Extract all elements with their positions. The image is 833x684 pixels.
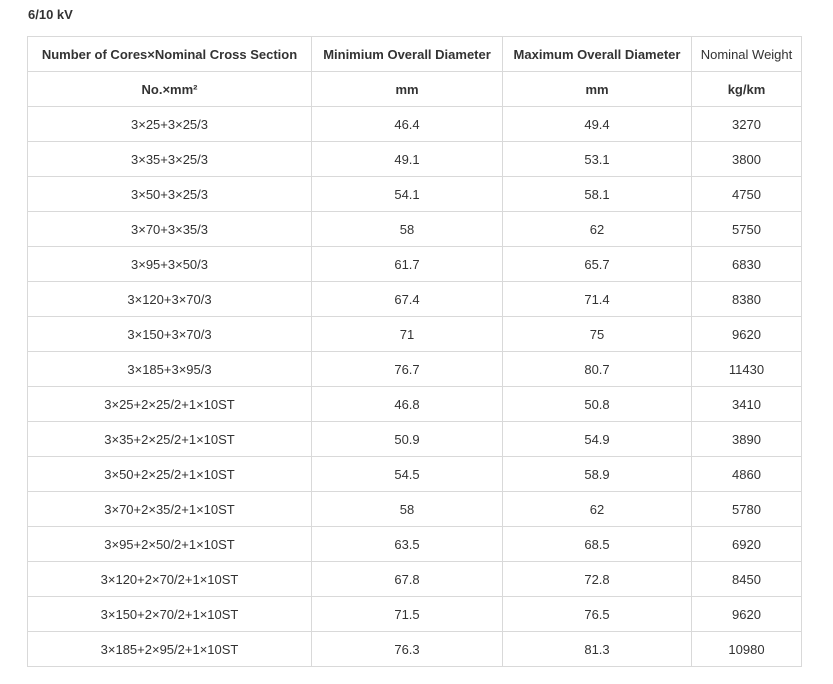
cell-min-diameter: 76.3 [311,631,503,667]
cell-min-diameter: 50.9 [311,421,503,457]
cell-nominal-weight: 8380 [691,281,802,317]
cell-max-diameter: 58.9 [502,456,692,492]
cell-max-diameter: 62 [502,491,692,527]
cell-cores-cross-section: 3×120+3×70/3 [27,281,312,317]
table-row: 3×120+2×70/2+1×10ST 67.8 72.8 8450 [27,561,802,597]
cell-cores-cross-section: 3×35+2×25/2+1×10ST [27,421,312,457]
cell-cores-cross-section: 3×35+3×25/3 [27,141,312,177]
cell-max-diameter: 71.4 [502,281,692,317]
unit-nominal-weight: kg/km [691,71,802,107]
cell-max-diameter: 54.9 [502,421,692,457]
cell-max-diameter: 81.3 [502,631,692,667]
unit-max-diameter: mm [502,71,692,107]
cell-min-diameter: 71.5 [311,596,503,632]
header-row: Number of Cores×Nominal Cross Section Mi… [27,36,802,72]
cell-nominal-weight: 3890 [691,421,802,457]
table-row: 3×150+3×70/3 71 75 9620 [27,316,802,352]
cell-nominal-weight: 5750 [691,211,802,247]
cell-max-diameter: 53.1 [502,141,692,177]
table-row: 3×70+2×35/2+1×10ST 58 62 5780 [27,491,802,527]
cell-min-diameter: 49.1 [311,141,503,177]
cell-cores-cross-section: 3×50+2×25/2+1×10ST [27,456,312,492]
header-cores-cross-section: Number of Cores×Nominal Cross Section [27,36,312,72]
table-row: 3×70+3×35/3 58 62 5750 [27,211,802,247]
cell-nominal-weight: 8450 [691,561,802,597]
cell-nominal-weight: 5780 [691,491,802,527]
cell-cores-cross-section: 3×95+3×50/3 [27,246,312,282]
cell-cores-cross-section: 3×120+2×70/2+1×10ST [27,561,312,597]
table-row: 3×35+2×25/2+1×10ST 50.9 54.9 3890 [27,421,802,457]
page-heading: 6/10 kV [28,7,73,22]
cell-min-diameter: 71 [311,316,503,352]
cable-spec-table: Number of Cores×Nominal Cross Section Mi… [27,36,802,667]
table-row: 3×95+3×50/3 61.7 65.7 6830 [27,246,802,282]
cell-min-diameter: 63.5 [311,526,503,562]
cell-min-diameter: 58 [311,491,503,527]
cell-max-diameter: 58.1 [502,176,692,212]
cell-max-diameter: 65.7 [502,246,692,282]
cell-min-diameter: 58 [311,211,503,247]
cell-cores-cross-section: 3×25+2×25/2+1×10ST [27,386,312,422]
cell-min-diameter: 54.5 [311,456,503,492]
cell-min-diameter: 54.1 [311,176,503,212]
cell-cores-cross-section: 3×150+2×70/2+1×10ST [27,596,312,632]
table-row: 3×150+2×70/2+1×10ST 71.5 76.5 9620 [27,596,802,632]
cell-max-diameter: 50.8 [502,386,692,422]
cell-min-diameter: 61.7 [311,246,503,282]
cell-nominal-weight: 9620 [691,596,802,632]
cell-nominal-weight: 10980 [691,631,802,667]
cell-max-diameter: 72.8 [502,561,692,597]
cell-cores-cross-section: 3×70+3×35/3 [27,211,312,247]
cell-nominal-weight: 3800 [691,141,802,177]
table-row: 3×185+2×95/2+1×10ST 76.3 81.3 10980 [27,631,802,667]
cell-nominal-weight: 11430 [691,351,802,387]
table-row: 3×25+3×25/3 46.4 49.4 3270 [27,106,802,142]
cell-nominal-weight: 4750 [691,176,802,212]
table-row: 3×120+3×70/3 67.4 71.4 8380 [27,281,802,317]
cell-min-diameter: 67.4 [311,281,503,317]
cell-max-diameter: 76.5 [502,596,692,632]
cell-max-diameter: 49.4 [502,106,692,142]
table-row: 3×35+3×25/3 49.1 53.1 3800 [27,141,802,177]
cell-cores-cross-section: 3×150+3×70/3 [27,316,312,352]
table-row: 3×185+3×95/3 76.7 80.7 11430 [27,351,802,387]
table-row: 3×50+2×25/2+1×10ST 54.5 58.9 4860 [27,456,802,492]
header-max-diameter: Maximum Overall Diameter [502,36,692,72]
cell-max-diameter: 80.7 [502,351,692,387]
cell-cores-cross-section: 3×70+2×35/2+1×10ST [27,491,312,527]
table-body: 3×25+3×25/3 46.4 49.4 3270 3×35+3×25/3 49.1 53… [27,106,802,667]
cell-min-diameter: 46.4 [311,106,503,142]
table-row: 3×95+2×50/2+1×10ST 63.5 68.5 6920 [27,526,802,562]
cell-cores-cross-section: 3×95+2×50/2+1×10ST [27,526,312,562]
cell-max-diameter: 62 [502,211,692,247]
cell-cores-cross-section: 3×185+3×95/3 [27,351,312,387]
header-min-diameter: Minimium Overall Diameter [311,36,503,72]
units-row: No.×mm² mm mm kg/km [27,71,802,107]
cell-cores-cross-section: 3×185+2×95/2+1×10ST [27,631,312,667]
cell-min-diameter: 46.8 [311,386,503,422]
header-nominal-weight: Nominal Weight [691,36,802,72]
cell-nominal-weight: 6920 [691,526,802,562]
cell-nominal-weight: 6830 [691,246,802,282]
table-row: 3×50+3×25/3 54.1 58.1 4750 [27,176,802,212]
table-row: 3×25+2×25/2+1×10ST 46.8 50.8 3410 [27,386,802,422]
cell-nominal-weight: 3410 [691,386,802,422]
cell-nominal-weight: 9620 [691,316,802,352]
cell-nominal-weight: 4860 [691,456,802,492]
cell-max-diameter: 68.5 [502,526,692,562]
cell-nominal-weight: 3270 [691,106,802,142]
cell-cores-cross-section: 3×25+3×25/3 [27,106,312,142]
unit-min-diameter: mm [311,71,503,107]
cell-min-diameter: 67.8 [311,561,503,597]
cell-min-diameter: 76.7 [311,351,503,387]
cell-max-diameter: 75 [502,316,692,352]
cell-cores-cross-section: 3×50+3×25/3 [27,176,312,212]
unit-cores-cross-section: No.×mm² [27,71,312,107]
